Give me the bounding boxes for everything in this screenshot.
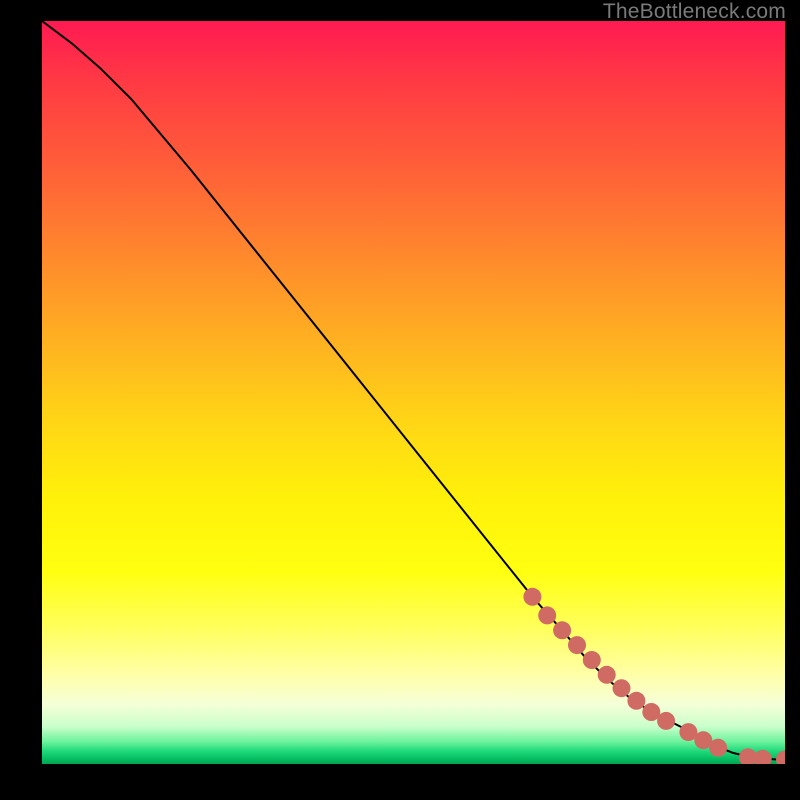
marker-group <box>523 588 785 764</box>
data-marker <box>754 750 772 764</box>
chart-frame: TheBottleneck.com <box>0 0 800 800</box>
data-marker <box>627 692 645 710</box>
data-marker <box>598 666 616 684</box>
data-marker <box>583 651 601 669</box>
data-marker <box>538 606 556 624</box>
data-marker <box>523 588 541 606</box>
data-marker <box>776 751 785 765</box>
data-marker <box>709 739 727 757</box>
plot-area <box>42 21 785 764</box>
chart-overlay <box>42 21 785 764</box>
bottleneck-curve <box>42 21 785 760</box>
data-marker <box>568 636 586 654</box>
data-marker <box>553 621 571 639</box>
data-marker <box>657 712 675 730</box>
data-marker <box>613 679 631 697</box>
